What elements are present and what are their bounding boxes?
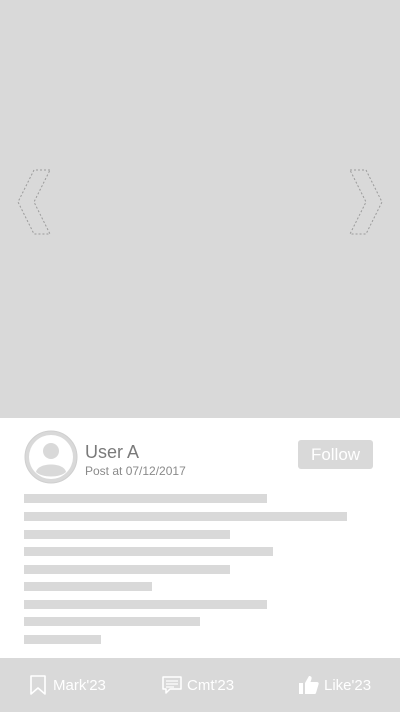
text-placeholder-line [24, 582, 152, 591]
user-name[interactable]: User A [85, 441, 139, 463]
text-placeholder-line [24, 494, 267, 503]
like-label: Like'23 [324, 676, 372, 694]
text-placeholder-line [24, 635, 101, 644]
text-placeholder-line [24, 547, 273, 556]
text-placeholder-line [24, 565, 230, 574]
comment-label: Cmt'23 [187, 676, 235, 694]
follow-button[interactable]: Follow [298, 440, 373, 469]
like-button[interactable]: Like'23 [298, 658, 371, 712]
action-bar: Mark'23 Cmt'23 Like'23 [0, 658, 400, 712]
comment-icon [161, 674, 183, 696]
comment-button[interactable]: Cmt'23 [161, 658, 234, 712]
text-placeholder-line [24, 512, 347, 521]
mark-button[interactable]: Mark'23 [27, 658, 106, 712]
mark-label: Mark'23 [53, 676, 106, 694]
chevron-left-icon[interactable] [16, 168, 52, 236]
post-date: Post at 07/12/2017 [85, 464, 186, 478]
bookmark-icon [27, 674, 49, 696]
chevron-right-icon[interactable] [348, 168, 384, 236]
text-placeholder-line [24, 530, 230, 539]
post-card: User A Post at 07/12/2017 Follow [0, 418, 400, 658]
avatar[interactable] [24, 430, 78, 484]
text-placeholder-line [24, 617, 200, 626]
image-carousel[interactable] [0, 0, 400, 418]
text-placeholder-line [24, 600, 267, 609]
thumbs-up-icon [298, 674, 320, 696]
